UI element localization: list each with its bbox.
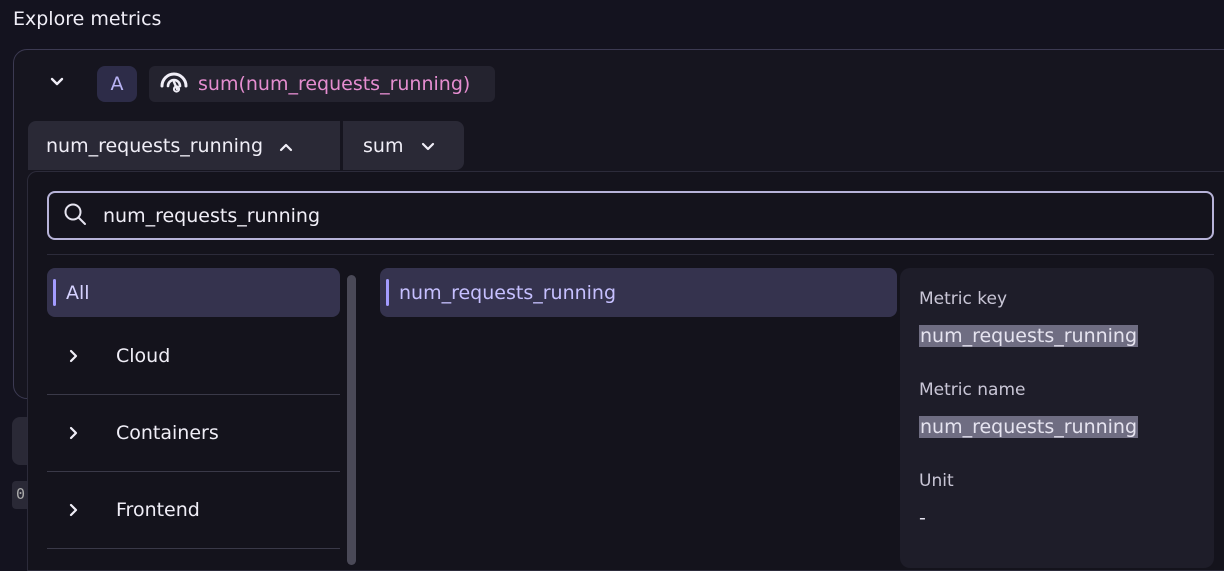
category-label: Cloud [116,345,171,367]
category-label: Frontend [116,499,200,521]
selection-indicator [386,279,389,306]
chevron-right-icon [47,426,116,440]
metric-select-button[interactable]: num_requests_running [28,121,340,170]
chevron-up-icon [279,135,293,157]
query-expression[interactable]: sum(num_requests_running) [149,66,495,102]
search-box[interactable] [47,191,1214,240]
search-input[interactable] [103,204,1183,227]
category-label: All [66,281,90,304]
category-item-containers[interactable]: Containers [47,395,340,472]
metric-list-label: num_requests_running [399,281,617,304]
unit-value: - [919,507,926,529]
aggregation-label: sum [363,134,404,157]
category-item-frontend[interactable]: Frontend [47,472,340,549]
category-item-all[interactable]: All [47,268,340,317]
metric-key-value: num_requests_running [919,325,1139,347]
metric-select-label: num_requests_running [46,134,264,157]
selection-indicator [53,279,56,306]
chevron-right-icon [47,503,116,517]
metric-key-label: Metric key [919,289,1008,309]
metric-list-item[interactable]: num_requests_running [380,268,897,317]
unit-label: Unit [919,471,954,491]
category-scrollbar[interactable] [347,275,356,565]
chevron-down-icon [421,135,435,157]
query-letter-badge[interactable]: A [97,66,137,102]
category-label: Containers [116,422,219,444]
metric-name-label: Metric name [919,380,1026,400]
query-expression-text: sum(num_requests_running) [198,73,471,95]
metric-name-value: num_requests_running [919,416,1139,438]
page-title: Explore metrics [13,8,162,30]
metric-details-panel: Metric key num_requests_running Metric n… [900,268,1214,568]
gauge-icon [159,70,189,98]
search-icon [63,202,87,230]
aggregation-select-button[interactable]: sum [343,121,464,170]
chevron-right-icon [47,349,116,363]
divider [47,254,1214,255]
collapse-chevron-icon[interactable] [47,72,67,92]
category-item-cloud[interactable]: Cloud [47,318,340,395]
